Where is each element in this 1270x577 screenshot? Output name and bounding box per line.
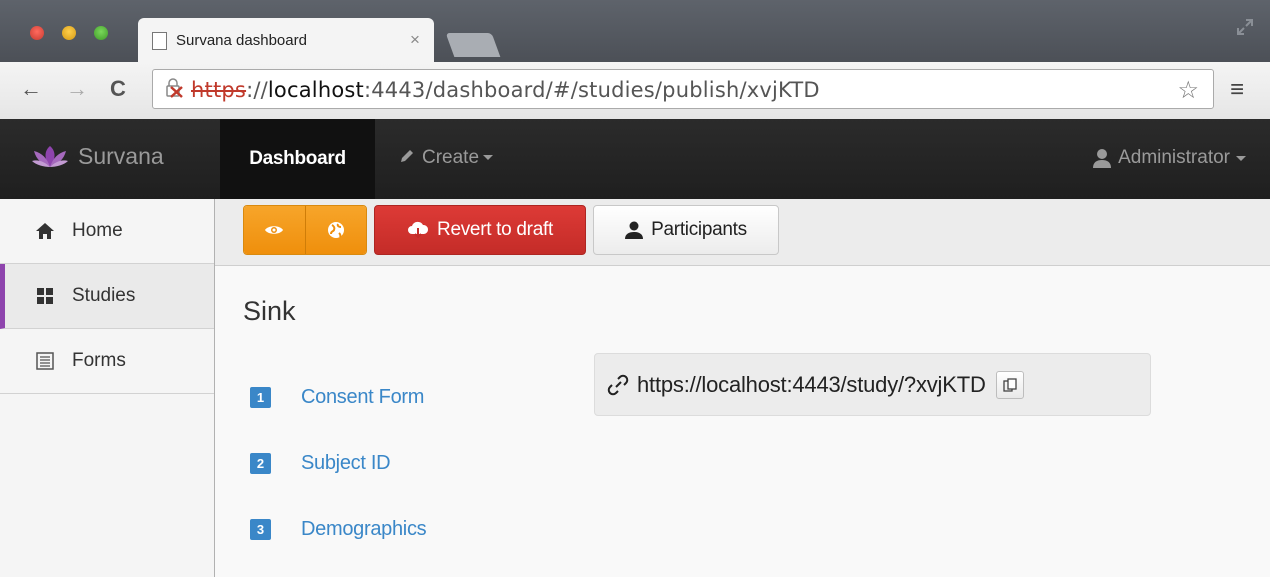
main-content: Sink 1 Consent Form 2 Subject ID 3 Demog… [215, 266, 1270, 577]
copy-url-button[interactable] [995, 370, 1024, 399]
step-link[interactable]: Demographics [301, 518, 427, 541]
revert-label: Revert to draft [437, 219, 553, 240]
eye-icon [265, 226, 284, 234]
step-number-badge: 3 [250, 519, 271, 540]
nav-dashboard-label: Dashboard [249, 148, 346, 169]
tab-strip: Survana dashboard × [0, 0, 1270, 64]
nav-dashboard[interactable]: Dashboard [220, 119, 375, 199]
new-tab-button[interactable] [445, 33, 501, 57]
view-button-group [243, 205, 367, 255]
sidebar-item-forms[interactable]: Forms [0, 329, 214, 394]
pencil-icon [401, 150, 413, 162]
chevron-down-icon [483, 155, 494, 161]
lotus-logo-icon [32, 145, 68, 167]
back-button[interactable]: ← [20, 76, 42, 102]
sidebar: Home Studies Forms [0, 199, 215, 577]
app-navbar: Survana Dashboard Create Administrator [0, 119, 1270, 199]
step-number-badge: 2 [250, 453, 271, 474]
url-host: localhost [267, 78, 364, 102]
insecure-lock-icon[interactable] [165, 78, 183, 103]
list-item[interactable]: 3 Demographics [250, 518, 427, 541]
browser-chrome: Survana dashboard × ← → C https://localh… [0, 0, 1270, 120]
url-text: https://localhost:4443/dashboard/#/studi… [191, 78, 820, 102]
cloud-download-icon [408, 221, 429, 239]
publish-globe-button[interactable] [304, 206, 366, 254]
list-item[interactable]: 2 Subject ID [250, 452, 391, 475]
user-icon [1093, 149, 1112, 168]
url-separator: :// [246, 78, 268, 102]
window-minimize-button[interactable] [62, 26, 76, 40]
window-close-button[interactable] [30, 26, 44, 40]
brand[interactable]: Survana [32, 143, 164, 170]
page-icon [152, 32, 167, 50]
address-bar[interactable]: https://localhost:4443/dashboard/#/studi… [152, 69, 1214, 109]
sidebar-item-studies[interactable]: Studies [0, 264, 214, 329]
participants-label: Participants [651, 219, 747, 240]
url-protocol: https [191, 78, 247, 102]
list-item[interactable]: 1 Consent Form [250, 386, 424, 409]
user-icon [625, 221, 644, 239]
forward-button[interactable]: → [66, 76, 88, 102]
sidebar-item-label: Home [72, 220, 123, 241]
fullscreen-icon[interactable] [1236, 18, 1254, 42]
study-title: Sink [243, 296, 296, 326]
tab-title: Survana dashboard [176, 32, 307, 49]
sidebar-item-label: Forms [72, 350, 126, 371]
window-zoom-button[interactable] [94, 26, 108, 40]
browser-tab[interactable]: Survana dashboard × [138, 18, 434, 64]
url-path: :4443/dashboard/#/studies/publish/xvjKTD [363, 78, 820, 102]
revert-to-draft-button[interactable]: Revert to draft [374, 205, 586, 255]
action-bar: Revert to draft Participants [215, 199, 1270, 266]
nav-create-label: Create [422, 147, 480, 168]
study-link-well: https://localhost:4443/study/?xvjKTD [594, 353, 1151, 416]
grid-icon [36, 287, 54, 305]
preview-button[interactable] [244, 206, 305, 254]
reload-button[interactable]: C [110, 76, 126, 102]
user-name: Administrator [1118, 147, 1230, 168]
sidebar-item-label: Studies [72, 285, 136, 306]
participants-button[interactable]: Participants [593, 205, 779, 255]
nav-create-dropdown[interactable]: Create [398, 147, 494, 169]
step-link[interactable]: Consent Form [301, 386, 424, 409]
browser-menu-icon[interactable]: ≡ [1230, 76, 1244, 104]
list-icon [36, 352, 54, 370]
home-icon [36, 222, 54, 240]
step-number-badge: 1 [250, 387, 271, 408]
tab-close-icon[interactable]: × [410, 30, 420, 50]
globe-icon [327, 222, 344, 238]
study-public-url[interactable]: https://localhost:4443/study/?xvjKTD [637, 372, 986, 398]
brand-name: Survana [78, 143, 164, 169]
user-menu[interactable]: Administrator [1092, 147, 1246, 169]
link-icon [607, 374, 629, 396]
chevron-down-icon [1236, 155, 1246, 161]
step-link[interactable]: Subject ID [301, 452, 391, 475]
sidebar-item-home[interactable]: Home [0, 199, 214, 264]
bookmark-star-icon[interactable]: ☆ [1177, 76, 1199, 105]
browser-toolbar: ← → C https://localhost:4443/dashboard/#… [0, 62, 1270, 120]
copy-icon [1003, 377, 1017, 392]
